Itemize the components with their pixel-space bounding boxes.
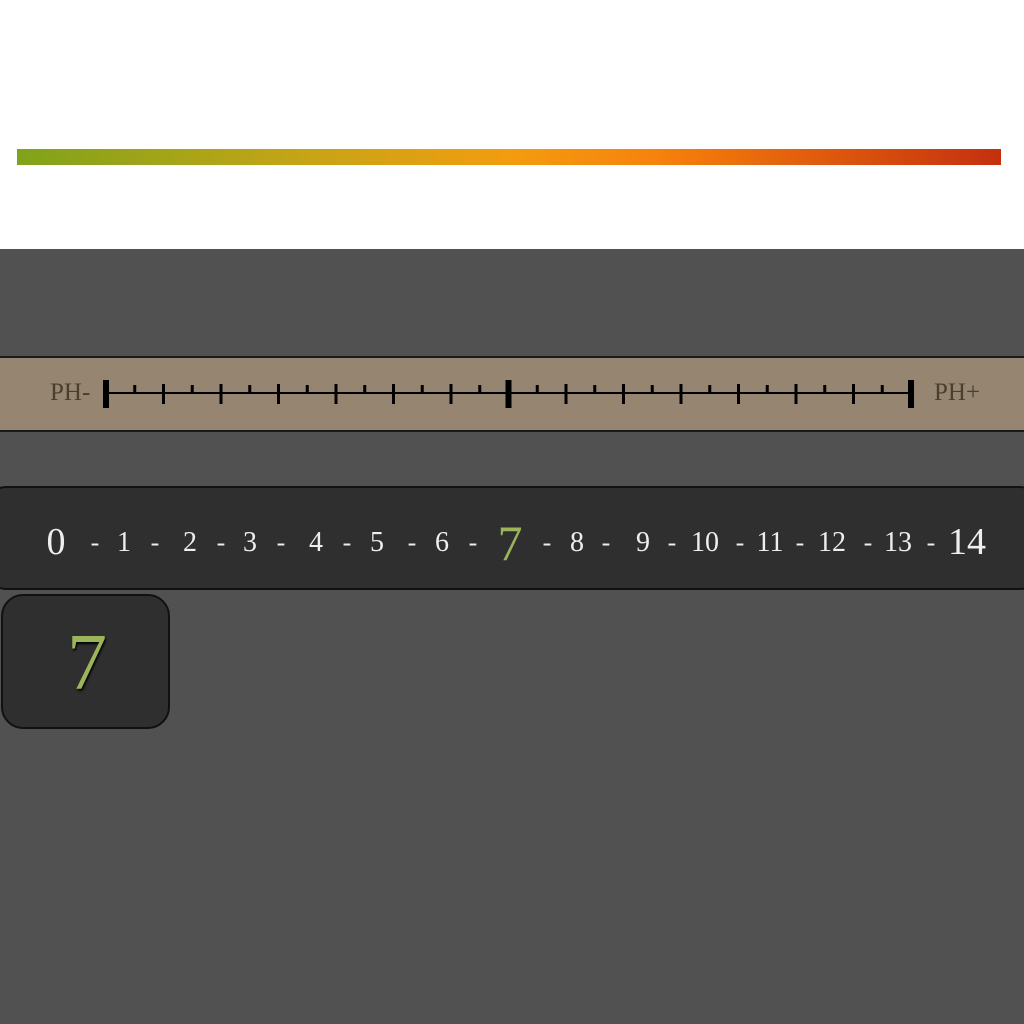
ph-scale-value-13[interactable]: 13 (884, 524, 912, 562)
ph-scale-separator: - (667, 528, 677, 557)
ph-scale-separator: - (926, 528, 936, 557)
ph-scale-value-7[interactable]: 7 (498, 513, 523, 573)
ph-scale-separator: - (601, 528, 611, 557)
ph-scale-value-9[interactable]: 9 (636, 524, 650, 562)
ph-scale-value-4[interactable]: 4 (309, 524, 323, 562)
ph-scale-value-12[interactable]: 12 (818, 524, 846, 562)
header-area (0, 0, 1024, 249)
ph-scale-value-1[interactable]: 1 (117, 524, 131, 562)
ph-scale-value-11[interactable]: 11 (757, 524, 784, 562)
ph-scale-separator: - (795, 528, 805, 557)
ph-scale-value-10[interactable]: 10 (691, 524, 719, 562)
ph-scale-value-0[interactable]: 0 (47, 518, 66, 566)
ph-scale-separator: - (342, 528, 352, 557)
ph-scale-separator: - (407, 528, 417, 557)
ph-scale-separator: - (276, 528, 286, 557)
ph-scale-separator: - (468, 528, 478, 557)
ph-scale-value-8[interactable]: 8 (570, 524, 584, 562)
ph-scale-value-3[interactable]: 3 (243, 524, 257, 562)
current-value: 7 (67, 619, 107, 707)
ph-scale-value-2[interactable]: 2 (183, 524, 197, 562)
ph-scale-value-6[interactable]: 6 (435, 524, 449, 562)
ph-scale-separator: - (863, 528, 873, 557)
ph-scale-separator: - (735, 528, 745, 557)
ph-scale-separator: - (542, 528, 552, 557)
ph-scale-value-5[interactable]: 5 (370, 524, 384, 562)
ph-scale-separator: - (150, 528, 160, 557)
ph-ruler[interactable] (0, 356, 1024, 432)
ph-scale-separator: - (90, 528, 100, 557)
ph-gradient-bar (17, 149, 1001, 165)
ph-scale-separator: - (216, 528, 226, 557)
ph-scale-value-14[interactable]: 14 (948, 518, 986, 566)
